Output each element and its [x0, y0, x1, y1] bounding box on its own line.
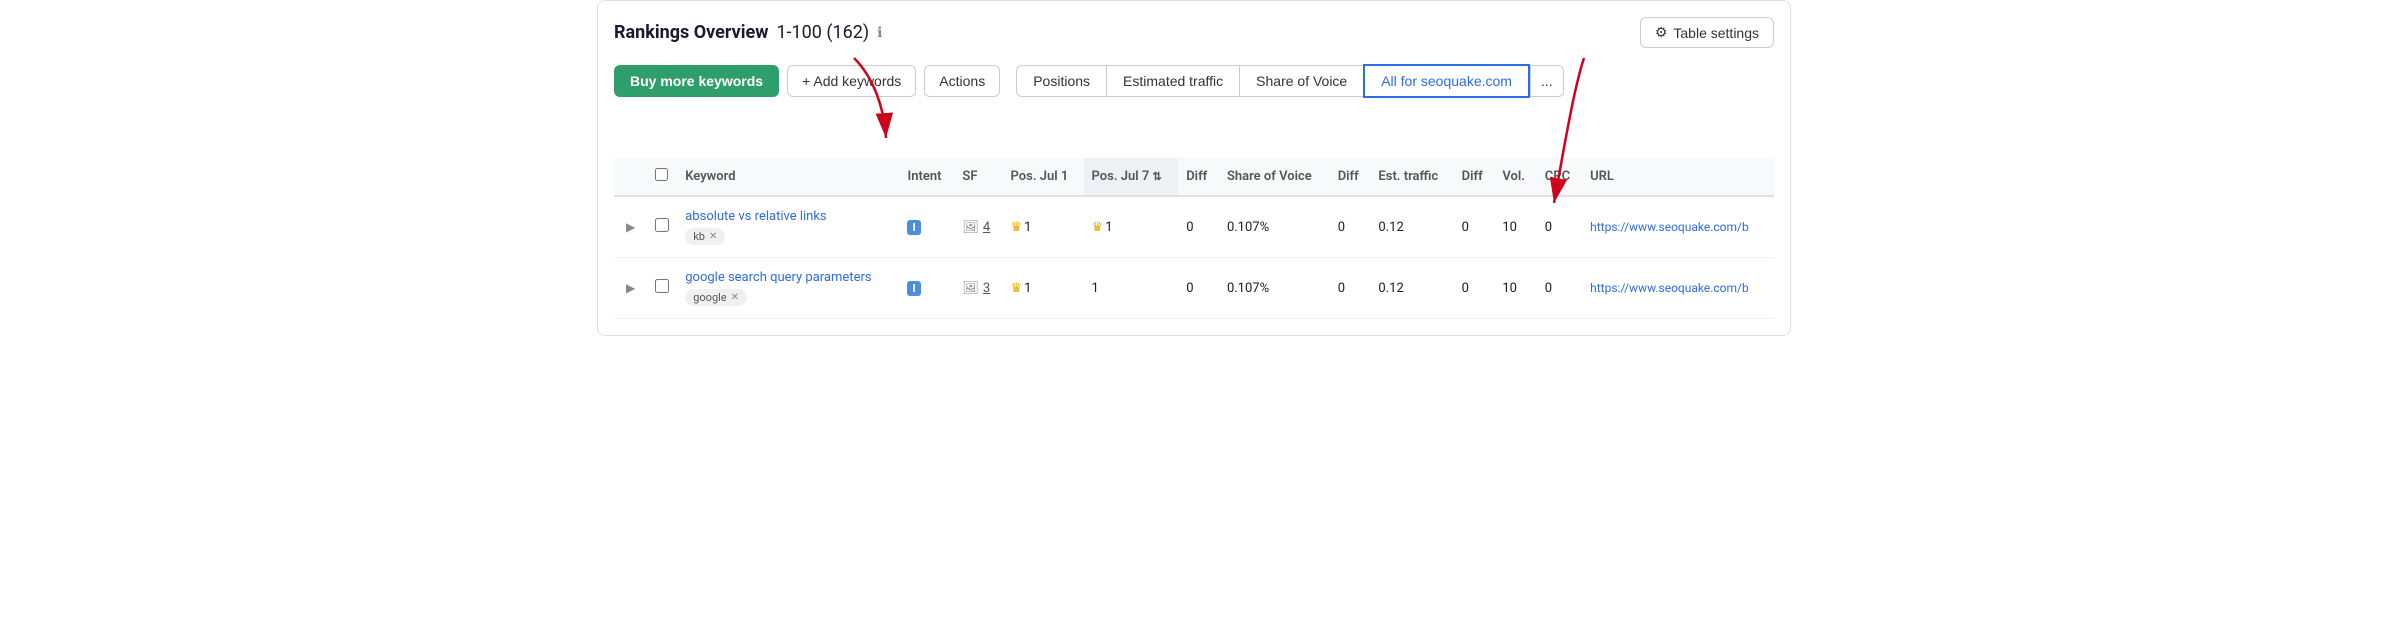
crown-icon: ♛ [1011, 220, 1023, 235]
tab-share-of-voice[interactable]: Share of Voice [1239, 65, 1363, 97]
col-diff2: Diff [1330, 158, 1371, 196]
tab-estimated-traffic[interactable]: Estimated traffic [1106, 65, 1239, 97]
pos-jul1-cell: ♛1 [1003, 196, 1084, 258]
crown-icon: ♛ [1011, 281, 1023, 296]
table-row: ▶ google search query parameters google … [614, 258, 1774, 319]
pos-jul7-cell: ♛1 [1084, 196, 1179, 258]
url-link[interactable]: https://www.seoquake.com/b [1590, 281, 1749, 295]
row-checkbox-cell[interactable] [647, 196, 677, 258]
sov-cell: 0.107% [1219, 196, 1330, 258]
tab-positions[interactable]: Positions [1016, 65, 1106, 97]
est-traffic-cell: 0.12 [1370, 196, 1453, 258]
tag-remove-button[interactable]: ✕ [731, 292, 739, 303]
intent-cell: I [899, 258, 954, 319]
row-expand-cell[interactable]: ▶ [614, 258, 647, 319]
select-all-checkbox[interactable] [655, 168, 668, 181]
gear-icon: ⚙ [1655, 24, 1668, 41]
sf-icon: 🖼 [962, 220, 979, 235]
buy-keywords-button[interactable]: Buy more keywords [614, 65, 779, 97]
intent-badge: I [907, 281, 920, 296]
col-sf: SF [954, 158, 1002, 196]
url-cell: https://www.seoquake.com/b [1582, 196, 1774, 258]
col-sov: Share of Voice [1219, 158, 1330, 196]
keyword-cell: absolute vs relative links kb ✕ [677, 196, 899, 258]
view-tabs: Positions Estimated traffic Share of Voi… [1016, 64, 1563, 98]
sov-cell: 0.107% [1219, 258, 1330, 319]
keyword-tag: kb ✕ [685, 228, 725, 245]
page-title: Rankings Overview [614, 22, 768, 43]
tab-more-button[interactable]: ... [1530, 65, 1564, 97]
actions-button[interactable]: Actions [924, 65, 1000, 97]
vol-cell: 10 [1494, 196, 1536, 258]
col-est-traffic: Est. traffic [1370, 158, 1453, 196]
col-url: URL [1582, 158, 1774, 196]
intent-badge: I [907, 220, 920, 235]
est-traffic-cell: 0.12 [1370, 258, 1453, 319]
diff3-cell: 0 [1454, 258, 1495, 319]
intent-cell: I [899, 196, 954, 258]
tag-label: google [693, 291, 726, 304]
diff1-cell: 0 [1178, 258, 1219, 319]
col-keyword: Keyword [677, 158, 899, 196]
keyword-link[interactable]: absolute vs relative links [685, 209, 891, 224]
pos-jul1-cell: ♛1 [1003, 258, 1084, 319]
info-icon[interactable]: ℹ [877, 25, 882, 41]
diff2-cell: 0 [1330, 258, 1371, 319]
col-intent: Intent [899, 158, 954, 196]
table-row: ▶ absolute vs relative links kb ✕ [614, 196, 1774, 258]
tag-label: kb [693, 230, 705, 243]
add-keywords-button[interactable]: + Add keywords [787, 65, 916, 97]
col-expand [614, 158, 647, 196]
col-diff3: Diff [1454, 158, 1495, 196]
keyword-cell: google search query parameters google ✕ [677, 258, 899, 319]
col-pos-jul1: Pos. Jul 1 [1003, 158, 1084, 196]
tab-all-seoquake[interactable]: All for seoquake.com [1363, 64, 1530, 98]
sf-cell: 🖼 3 [954, 258, 1002, 319]
page-range: 1-100 (162) [776, 22, 869, 43]
keyword-link[interactable]: google search query parameters [685, 270, 891, 285]
col-pos-jul7[interactable]: Pos. Jul 7 ⇅ [1084, 158, 1179, 196]
col-diff1: Diff [1178, 158, 1219, 196]
diff3-cell: 0 [1454, 196, 1495, 258]
cpc-cell: 0 [1537, 196, 1582, 258]
pos-jul7-cell: 1 [1084, 258, 1179, 319]
col-vol: Vol. [1494, 158, 1536, 196]
sf-cell: 🖼 4 [954, 196, 1002, 258]
url-link[interactable]: https://www.seoquake.com/b [1590, 220, 1749, 234]
diff2-cell: 0 [1330, 196, 1371, 258]
sf-value: 4 [983, 220, 990, 235]
row-checkbox-cell[interactable] [647, 258, 677, 319]
table-settings-label: Table settings [1673, 25, 1759, 41]
sort-icon: ⇅ [1153, 170, 1162, 183]
diff1-cell: 0 [1178, 196, 1219, 258]
vol-cell: 10 [1494, 258, 1536, 319]
sf-value: 3 [983, 281, 990, 296]
row-expand-cell[interactable]: ▶ [614, 196, 647, 258]
cpc-cell: 0 [1537, 258, 1582, 319]
row-checkbox[interactable] [655, 218, 669, 232]
expand-button[interactable]: ▶ [622, 279, 639, 297]
table-settings-button[interactable]: ⚙ Table settings [1640, 17, 1774, 48]
crown-icon-2: ♛ [1092, 220, 1104, 235]
row-checkbox[interactable] [655, 279, 669, 293]
keyword-tag: google ✕ [685, 289, 747, 306]
sf-icon: 🖼 [962, 281, 979, 296]
rankings-table: Keyword Intent SF Pos. Jul 1 Pos. Jul 7 … [614, 158, 1774, 319]
tag-remove-button[interactable]: ✕ [709, 231, 717, 242]
col-checkbox [647, 158, 677, 196]
expand-button[interactable]: ▶ [622, 218, 639, 236]
col-cpc: CPC [1537, 158, 1582, 196]
url-cell: https://www.seoquake.com/b [1582, 258, 1774, 319]
